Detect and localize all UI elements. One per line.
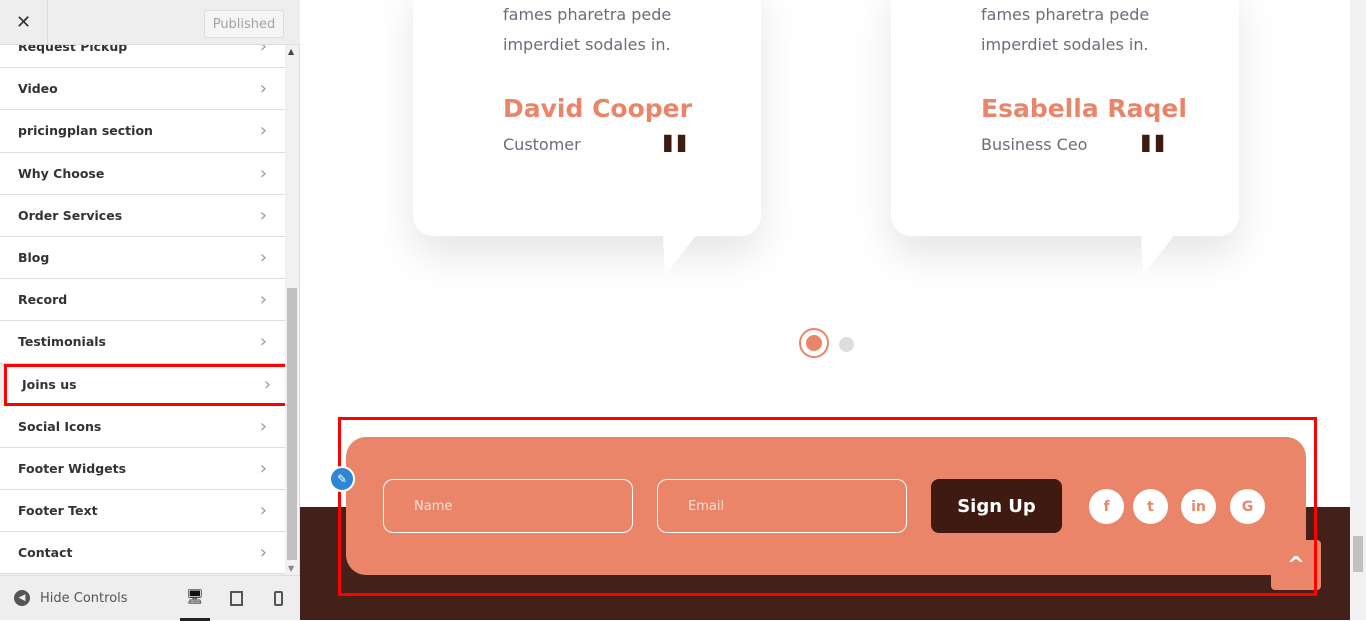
site-preview: fames pharetra pede imperdiet sodales in… [300, 0, 1350, 620]
item-label: Social Icons [18, 418, 102, 434]
published-button[interactable]: Published [204, 10, 284, 38]
quote-icon: " [658, 122, 692, 197]
section-testimonials[interactable]: Testimonials › [0, 321, 285, 364]
edit-shortcut-icon[interactable]: ✎ [329, 466, 355, 492]
item-label: pricingplan section [18, 123, 153, 139]
section-footer-widgets[interactable]: Footer Widgets › [0, 447, 285, 491]
mobile-preview-button[interactable] [263, 576, 293, 621]
section-why-choose[interactable]: Why Choose › [0, 152, 285, 195]
testimonial-card: fames pharetra pede imperdiet sodales in… [413, 0, 761, 276]
section-social-icons[interactable]: Social Icons › [0, 405, 285, 448]
hide-controls-button[interactable]: ◀ Hide Controls [14, 590, 128, 606]
scroll-down-icon[interactable]: ▼ [288, 564, 294, 573]
sidebar-scrollbar[interactable]: ▲ ▼ [285, 45, 299, 575]
chevron-right-icon: › [263, 373, 271, 395]
customizer-header: ✕ Published [0, 0, 300, 45]
testimonial-role: Customer [503, 135, 581, 154]
section-pricingplan[interactable]: pricingplan section › [0, 110, 285, 153]
collapse-icon: ◀ [14, 590, 30, 606]
section-video[interactable]: Video › [0, 68, 285, 111]
item-label: Footer Widgets [18, 460, 127, 476]
customizer-sidebar: Request Pickup › Video › pricingplan secti… [0, 0, 300, 621]
desktop-preview-button[interactable]: 🖥 [180, 576, 210, 621]
testimonial-text: fames pharetra pede imperdiet sodales in… [981, 5, 1150, 54]
tablet-icon [229, 591, 243, 606]
scrollbar-thumb[interactable] [287, 288, 297, 560]
carousel-dot-active[interactable] [799, 328, 829, 358]
chevron-right-icon: › [259, 457, 267, 479]
speech-tail [663, 234, 697, 276]
chevron-right-icon: › [259, 542, 267, 564]
close-button[interactable]: ✕ [0, 0, 48, 45]
section-blog[interactable]: Blog › [0, 236, 285, 280]
item-label: Order Services [18, 207, 123, 223]
chevron-right-icon: › [259, 289, 267, 311]
section-contact[interactable]: Contact › [0, 532, 285, 575]
item-label: Video [18, 81, 58, 97]
tablet-preview-button[interactable] [221, 576, 251, 621]
carousel-dot[interactable] [839, 337, 854, 352]
testimonial-card: fames pharetra pede imperdiet sodales in… [891, 0, 1239, 276]
testimonial-name: Esabella Raqel [981, 94, 1187, 123]
testimonial-name: David Cooper [503, 94, 692, 123]
item-label: Joins us [22, 376, 77, 392]
item-label: Footer Text [18, 503, 98, 519]
highlight-box [338, 417, 1317, 596]
speech-tail [1141, 234, 1175, 276]
item-label: Why Choose [18, 165, 105, 181]
section-footer-text[interactable]: Footer Text › [0, 490, 285, 533]
hide-controls-label: Hide Controls [40, 590, 128, 606]
chevron-right-icon: › [259, 247, 267, 269]
item-label: Contact [18, 545, 73, 561]
chevron-right-icon: › [259, 78, 267, 100]
section-joins-us[interactable]: Joins us › [4, 363, 289, 406]
chevron-right-icon: › [259, 120, 267, 142]
testimonial-text: fames pharetra pede imperdiet sodales in… [503, 5, 672, 54]
customizer-section-list: Request Pickup › Video › pricingplan secti… [0, 26, 289, 575]
chevron-right-icon: › [259, 162, 267, 184]
chevron-right-icon: › [259, 500, 267, 522]
page-scrollbar[interactable] [1350, 0, 1366, 620]
scrollbar-thumb[interactable] [1353, 536, 1363, 572]
testimonial-role: Business Ceo [981, 135, 1088, 154]
section-record[interactable]: Record › [0, 279, 285, 322]
scroll-up-icon[interactable]: ▲ [288, 47, 294, 56]
customizer-footer: ◀ Hide Controls 🖥 [0, 575, 300, 621]
chevron-right-icon: › [259, 331, 267, 353]
mobile-icon [273, 591, 283, 606]
desktop-icon: 🖥 [186, 589, 204, 605]
item-label: Blog [18, 250, 50, 266]
chevron-right-icon: › [259, 415, 267, 437]
item-label: Record [18, 292, 68, 308]
item-label: Testimonials [18, 334, 107, 350]
chevron-right-icon: › [259, 204, 267, 226]
section-order-services[interactable]: Order Services › [0, 194, 285, 237]
quote-icon: " [1136, 122, 1170, 197]
